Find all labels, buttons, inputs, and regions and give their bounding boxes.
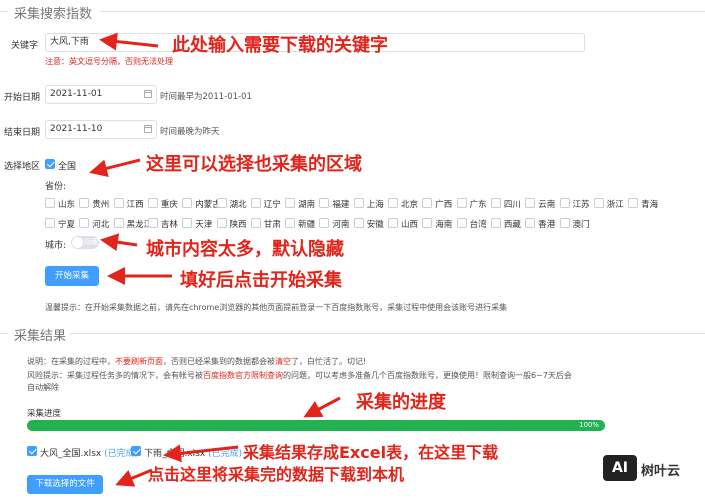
annotation-download: 点击这里将采集完的数据下载到本机 — [148, 465, 405, 484]
annotation-keyword: 此处输入需要下载的关键字 — [172, 35, 388, 56]
annotation-excel: 采集结果存成Excel表，在这里下载 — [243, 443, 499, 462]
arrow-download — [115, 468, 153, 487]
arrow-excel — [163, 444, 239, 463]
annotation-progress: 采集的进度 — [356, 392, 446, 413]
watermark-text: 树叶云 — [641, 464, 681, 479]
annotation-city: 城市内容太多，默认隐藏 — [146, 239, 344, 260]
arrow-progress — [303, 396, 341, 418]
annotation-start: 填好后点击开始采集 — [180, 270, 342, 291]
annotation-region: 这里可以选择也采集的区域 — [146, 154, 362, 175]
annotation-arrows — [89, 32, 341, 487]
arrow-region — [89, 158, 141, 178]
arrow-city — [100, 233, 138, 252]
arrow-keyword — [99, 32, 159, 51]
watermark-logo: AI — [603, 455, 637, 481]
